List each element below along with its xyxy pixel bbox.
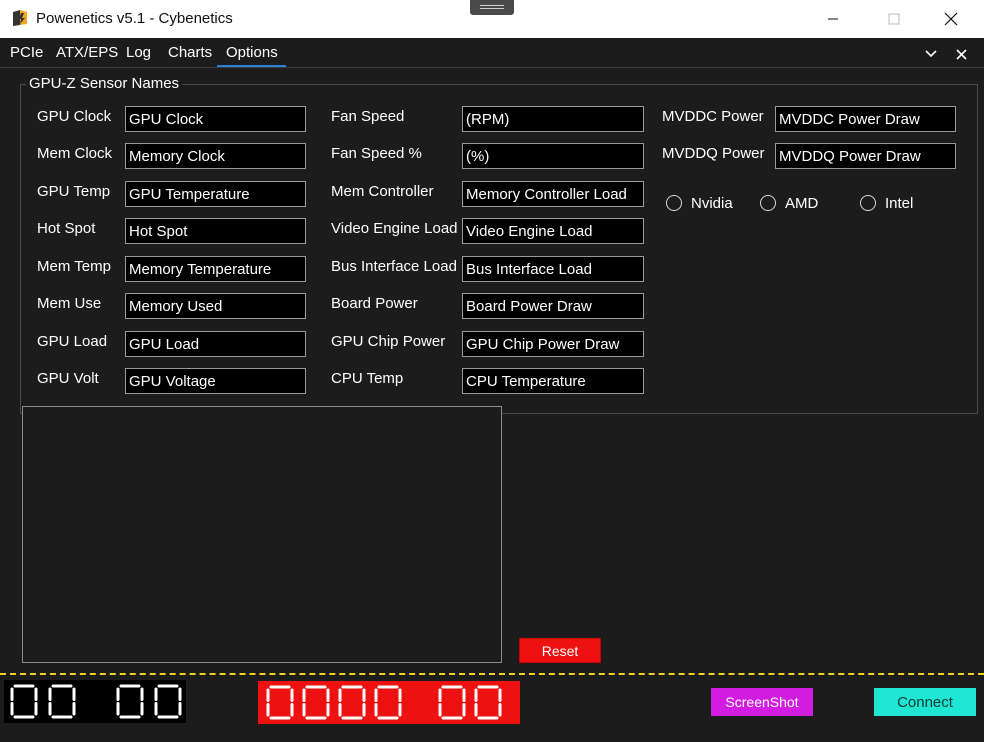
amd-radio[interactable] bbox=[760, 195, 776, 211]
board-power-label: Board Power bbox=[331, 295, 418, 312]
fan-speed-percent-field[interactable]: (%) bbox=[462, 143, 644, 169]
video-engine-load-label: Video Engine Load bbox=[331, 220, 458, 237]
tab-atx-eps[interactable]: ATX/EPS bbox=[56, 44, 118, 61]
seven-segment-digit bbox=[302, 685, 330, 720]
status-divider bbox=[0, 673, 984, 675]
seven-segment-digit bbox=[116, 684, 144, 719]
mem-temp-label: Mem Temp bbox=[37, 258, 111, 275]
chevron-down-icon bbox=[925, 50, 937, 58]
window-title: Powenetics v5.1 - Cybenetics bbox=[36, 10, 233, 27]
mvddq-power-label: MVDDQ Power bbox=[662, 145, 765, 162]
output-panel bbox=[22, 406, 502, 663]
gpu-clock-label: GPU Clock bbox=[37, 108, 112, 125]
tab-options[interactable]: Options bbox=[226, 44, 278, 61]
tab-dropdown-button[interactable] bbox=[921, 44, 941, 64]
mem-use-label: Mem Use bbox=[37, 295, 102, 312]
seven-segment-digit bbox=[266, 685, 294, 720]
seven-segment-digit bbox=[438, 685, 466, 720]
hot-spot-label: Hot Spot bbox=[37, 220, 96, 237]
seven-segment-digit bbox=[10, 684, 38, 719]
tab-log[interactable]: Log bbox=[126, 44, 151, 61]
gpu-volt-field[interactable]: GPU Voltage bbox=[125, 368, 306, 394]
gpu-temp-field[interactable]: GPU Temperature bbox=[125, 181, 306, 207]
hot-spot-field[interactable]: Hot Spot bbox=[125, 218, 306, 244]
board-power-field[interactable]: Board Power Draw bbox=[462, 293, 644, 319]
mem-temp-field[interactable]: Memory Temperature bbox=[125, 256, 306, 282]
time-digits bbox=[10, 684, 182, 719]
mvddc-power-label: MVDDC Power bbox=[662, 108, 764, 125]
bus-interface-load-label: Bus Interface Load bbox=[331, 258, 457, 275]
app-window: Powenetics v5.1 - Cybenetics PCIe ATX/EP… bbox=[0, 0, 984, 742]
drag-grip[interactable] bbox=[470, 0, 514, 15]
gpu-temp-label: GPU Temp bbox=[37, 183, 111, 200]
group-title: GPU-Z Sensor Names bbox=[26, 75, 183, 92]
tab-pcie[interactable]: PCIe bbox=[10, 44, 43, 61]
maximize-button[interactable] bbox=[871, 0, 917, 38]
gpu-clock-field[interactable]: GPU Clock bbox=[125, 106, 306, 132]
sensor-names-group bbox=[20, 84, 978, 414]
amd-radio-label: AMD bbox=[785, 195, 819, 212]
close-button[interactable] bbox=[928, 0, 974, 38]
video-engine-load-field[interactable]: Video Engine Load bbox=[462, 218, 644, 244]
gpu-chip-power-field[interactable]: GPU Chip Power Draw bbox=[462, 331, 644, 357]
title-bar[interactable]: Powenetics v5.1 - Cybenetics bbox=[0, 0, 984, 38]
minimize-icon bbox=[828, 18, 838, 20]
seven-segment-digit bbox=[474, 685, 502, 720]
close-icon bbox=[955, 48, 967, 60]
mvddc-power-field[interactable]: MVDDC Power Draw bbox=[775, 106, 956, 132]
close-icon bbox=[944, 12, 958, 26]
time-display bbox=[4, 680, 186, 723]
mem-use-field[interactable]: Memory Used bbox=[125, 293, 306, 319]
gpu-chip-power-label: GPU Chip Power bbox=[331, 333, 446, 350]
reset-button[interactable]: Reset bbox=[519, 638, 601, 663]
mvddq-power-field[interactable]: MVDDQ Power Draw bbox=[775, 143, 956, 169]
gpu-load-field[interactable]: GPU Load bbox=[125, 331, 306, 357]
counter-display bbox=[258, 681, 520, 724]
seven-segment-digit bbox=[154, 684, 182, 719]
maximize-icon bbox=[888, 13, 900, 25]
cpu-temp-field[interactable]: CPU Temperature bbox=[462, 368, 644, 394]
gpu-load-label: GPU Load bbox=[37, 333, 108, 350]
fan-speed-field[interactable]: (RPM) bbox=[462, 106, 644, 132]
fan-speed-percent-label: Fan Speed % bbox=[331, 145, 422, 162]
fan-speed-label: Fan Speed bbox=[331, 108, 405, 125]
bus-interface-load-field[interactable]: Bus Interface Load bbox=[462, 256, 644, 282]
nvidia-radio-label: Nvidia bbox=[691, 195, 733, 212]
active-tab-indicator bbox=[217, 65, 286, 67]
seven-segment-digit bbox=[374, 685, 402, 720]
tab-charts[interactable]: Charts bbox=[168, 44, 212, 61]
gpu-volt-label: GPU Volt bbox=[37, 370, 99, 387]
connect-button[interactable]: Connect bbox=[874, 688, 976, 716]
tab-close-button[interactable] bbox=[951, 44, 971, 64]
counter-digits bbox=[266, 685, 502, 720]
intel-radio[interactable] bbox=[860, 195, 876, 211]
seven-segment-digit bbox=[48, 684, 76, 719]
mem-clock-label: Mem Clock bbox=[37, 145, 113, 162]
seven-segment-digit bbox=[338, 685, 366, 720]
mem-controller-field[interactable]: Memory Controller Load bbox=[462, 181, 644, 207]
intel-radio-label: Intel bbox=[885, 195, 914, 212]
cpu-temp-label: CPU Temp bbox=[331, 370, 404, 387]
mem-clock-field[interactable]: Memory Clock bbox=[125, 143, 306, 169]
mem-controller-label: Mem Controller bbox=[331, 183, 434, 200]
powenetics-logo-icon bbox=[13, 10, 27, 26]
screenshot-button[interactable]: ScreenShot bbox=[711, 688, 813, 716]
minimize-button[interactable] bbox=[810, 0, 856, 38]
nvidia-radio[interactable] bbox=[666, 195, 682, 211]
